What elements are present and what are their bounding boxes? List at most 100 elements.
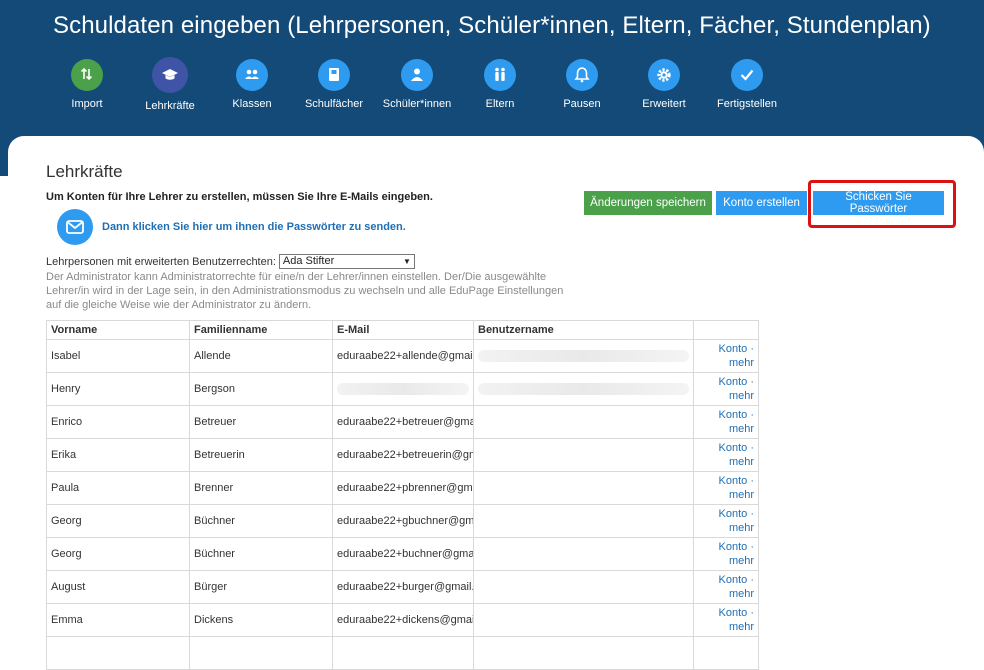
- username-cell[interactable]: [473, 438, 694, 472]
- table-row[interactable]: ErikaBetreuerineduraabe22+betreuerin@gma…: [46, 438, 759, 472]
- email-cell[interactable]: eduraabe22+betreuer@gmail.com: [332, 405, 474, 439]
- blurred-username: [478, 350, 689, 363]
- table-row[interactable]: PaulaBrennereduraabe22+pbrenner@gmail.co…: [46, 471, 759, 505]
- table-row[interactable]: [46, 636, 759, 670]
- email-cell[interactable]: eduraabe22+allende@gmail.com: [332, 339, 474, 373]
- mehr-link[interactable]: mehr: [729, 588, 754, 600]
- konto-link[interactable]: Konto ·: [719, 376, 754, 388]
- email-cell[interactable]: [332, 372, 474, 406]
- familienname-cell[interactable]: Büchner: [189, 537, 333, 571]
- vorname-cell[interactable]: Henry: [46, 372, 190, 406]
- mehr-link[interactable]: mehr: [729, 390, 754, 402]
- familienname-cell[interactable]: Brenner: [189, 471, 333, 505]
- vorname-cell[interactable]: Georg: [46, 537, 190, 571]
- konto-link[interactable]: Konto ·: [719, 607, 754, 619]
- email-cell[interactable]: [332, 636, 474, 670]
- familienname-cell[interactable]: Dickens: [189, 603, 333, 637]
- wizard-step-circle: [484, 59, 516, 91]
- intro-text: Um Konten für Ihre Lehrer zu erstellen, …: [46, 191, 433, 203]
- email-cell[interactable]: eduraabe22+dickens@gmail.com: [332, 603, 474, 637]
- konto-link[interactable]: Konto ·: [719, 409, 754, 421]
- username-cell[interactable]: [473, 504, 694, 538]
- vorname-cell[interactable]: Paula: [46, 471, 190, 505]
- mehr-link[interactable]: mehr: [729, 555, 754, 567]
- blurred-username: [478, 383, 689, 396]
- vorname-cell[interactable]: Isabel: [46, 339, 190, 373]
- header-vorname[interactable]: Vorname: [46, 320, 190, 340]
- chevron-down-icon: ▼: [402, 257, 411, 266]
- action-cell: Konto · mehr: [693, 438, 759, 472]
- table-row[interactable]: Henry Bergson Konto · mehr: [46, 372, 759, 406]
- email-cell[interactable]: eduraabe22+buchner@gmail.com: [332, 537, 474, 571]
- wizard-step-circle: [318, 59, 350, 91]
- admin-select[interactable]: Ada Stifter ▼: [278, 254, 415, 269]
- vorname-cell[interactable]: Emma: [46, 603, 190, 637]
- username-cell[interactable]: [473, 636, 694, 670]
- familienname-cell[interactable]: Bergson: [189, 372, 333, 406]
- konto-link[interactable]: Konto ·: [719, 541, 754, 553]
- email-cell[interactable]: eduraabe22+burger@gmail.com: [332, 570, 474, 604]
- table-row[interactable]: EmmaDickenseduraabe22+dickens@gmail.com K…: [46, 603, 759, 637]
- mehr-link[interactable]: mehr: [729, 357, 754, 369]
- username-cell[interactable]: [473, 570, 694, 604]
- username-cell[interactable]: [473, 339, 694, 373]
- familienname-cell[interactable]: Allende: [189, 339, 333, 373]
- table-row[interactable]: AugustBürgereduraabe22+burger@gmail.com K…: [46, 570, 759, 604]
- page-title: Schuldaten eingeben (Lehrpersonen, Schül…: [53, 12, 931, 39]
- header-familienname[interactable]: Familienname: [189, 320, 333, 340]
- vorname-cell[interactable]: Erika: [46, 438, 190, 472]
- mehr-link[interactable]: mehr: [729, 456, 754, 468]
- gear-icon: [657, 68, 671, 82]
- header-email[interactable]: E-Mail: [332, 320, 474, 340]
- wizard-step-fertigstellen[interactable]: Fertigstellen: [697, 57, 797, 110]
- email-cell[interactable]: eduraabe22+pbrenner@gmail.com: [332, 471, 474, 505]
- vorname-cell[interactable]: Enrico: [46, 405, 190, 439]
- vorname-cell[interactable]: Georg: [46, 504, 190, 538]
- familienname-cell[interactable]: Büchner: [189, 504, 333, 538]
- konto-link[interactable]: Konto ·: [719, 574, 754, 586]
- section-title: Lehrkräfte: [46, 162, 123, 181]
- admin-selector-row: Lehrpersonen mit erweiterten Benutzerrec…: [46, 254, 415, 269]
- vorname-cell[interactable]: August: [46, 570, 190, 604]
- send-mail-button[interactable]: [57, 209, 93, 245]
- vorname-cell[interactable]: [46, 636, 190, 670]
- action-cell: Konto · mehr: [693, 603, 759, 637]
- wizard-step-circle: [236, 59, 268, 91]
- familienname-cell[interactable]: [189, 636, 333, 670]
- username-cell[interactable]: [473, 372, 694, 406]
- group-icon: [245, 69, 259, 79]
- konto-link[interactable]: Konto ·: [719, 508, 754, 520]
- mehr-link[interactable]: mehr: [729, 489, 754, 501]
- mehr-link[interactable]: mehr: [729, 423, 754, 435]
- table-row[interactable]: EnricoBetreuereduraabe22+betreuer@gmail.…: [46, 405, 759, 439]
- action-cell: Konto · mehr: [693, 570, 759, 604]
- konto-link[interactable]: Konto ·: [719, 442, 754, 454]
- mehr-link[interactable]: mehr: [729, 621, 754, 633]
- wizard-step-circle: [566, 59, 598, 91]
- email-cell[interactable]: eduraabe22+gbuchner@gmail.com: [332, 504, 474, 538]
- action-cell: [693, 636, 759, 670]
- username-cell[interactable]: [473, 471, 694, 505]
- konto-link[interactable]: Konto ·: [719, 475, 754, 487]
- email-cell[interactable]: eduraabe22+betreuerin@gmail.com: [332, 438, 474, 472]
- save-changes-button[interactable]: Änderungen speichern: [584, 191, 712, 215]
- familienname-cell[interactable]: Betreuer: [189, 405, 333, 439]
- table-row[interactable]: GeorgBüchnereduraabe22+buchner@gmail.com…: [46, 537, 759, 571]
- header-benutzername[interactable]: Benutzername: [473, 320, 694, 340]
- username-cell[interactable]: [473, 405, 694, 439]
- familienname-cell[interactable]: Bürger: [189, 570, 333, 604]
- create-account-button[interactable]: Konto erstellen: [716, 191, 807, 215]
- action-cell: Konto · mehr: [693, 471, 759, 505]
- familienname-cell[interactable]: Betreuerin: [189, 438, 333, 472]
- mehr-link[interactable]: mehr: [729, 522, 754, 534]
- check-icon: [740, 69, 754, 81]
- person-icon: [411, 68, 423, 81]
- wizard-step-label: Fertigstellen: [717, 98, 777, 110]
- username-cell[interactable]: [473, 537, 694, 571]
- username-cell[interactable]: [473, 603, 694, 637]
- action-cell: Konto · mehr: [693, 537, 759, 571]
- konto-link[interactable]: Konto ·: [719, 343, 754, 355]
- send-passwords-link[interactable]: Dann klicken Sie hier um ihnen die Passw…: [102, 221, 406, 233]
- table-row[interactable]: GeorgBüchnereduraabe22+gbuchner@gmail.co…: [46, 504, 759, 538]
- table-row[interactable]: IsabelAllendeeduraabe22+allende@gmail.co…: [46, 339, 759, 373]
